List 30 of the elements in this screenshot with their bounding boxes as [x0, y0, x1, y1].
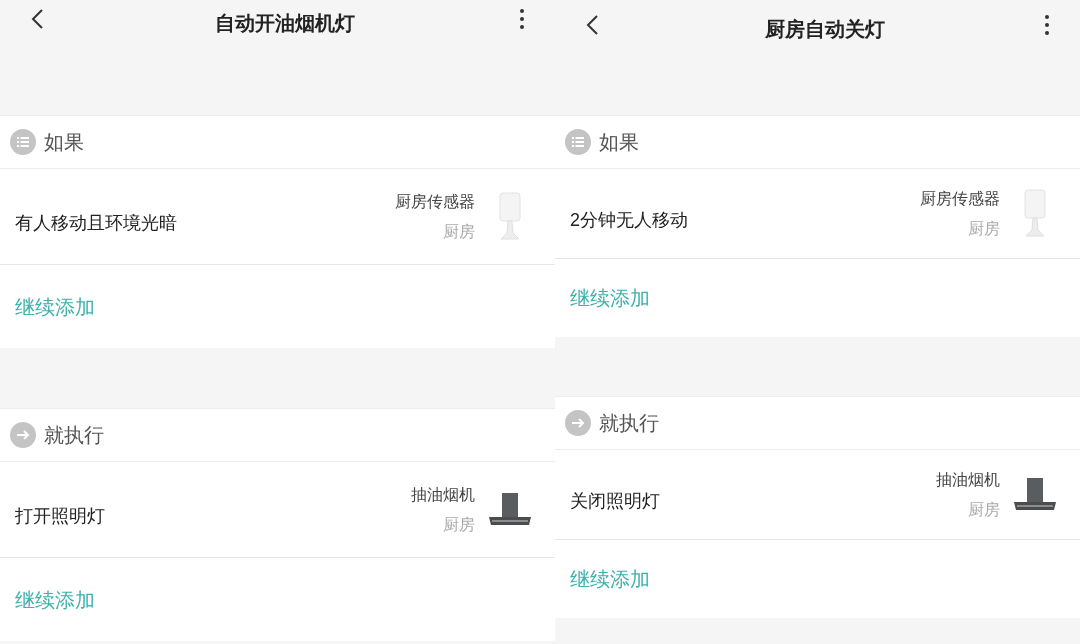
section-heading: 如果 — [599, 130, 639, 155]
rule-row[interactable]: 有人移动且环境光暗 厨房传感器 厨房 — [0, 169, 555, 265]
list-icon — [565, 129, 591, 155]
room-name: 厨房 — [443, 221, 475, 242]
rule-row[interactable]: 打开照明灯 抽油烟机 厨房 — [0, 462, 555, 558]
range-hood-icon — [1012, 476, 1058, 513]
rule-label: 2分钟无人移动 — [570, 209, 689, 232]
section-heading: 就执行 — [44, 423, 104, 448]
page-title: 自动开油烟机灯 — [213, 11, 356, 36]
section-heading: 就执行 — [599, 411, 659, 436]
device-name: 抽油烟机 — [411, 484, 475, 505]
rule-label: 有人移动且环境光暗 — [15, 212, 178, 235]
section-heading: 如果 — [44, 130, 84, 155]
range-hood-icon — [487, 491, 533, 528]
rule-row[interactable]: 2分钟无人移动 厨房传感器 厨房 — [555, 169, 1080, 259]
device-name: 厨房传感器 — [395, 191, 475, 212]
device-name: 抽油烟机 — [936, 469, 1000, 490]
sensor-icon — [1022, 187, 1048, 240]
rule-label: 关闭照明灯 — [570, 490, 661, 513]
more-icon[interactable] — [1044, 14, 1050, 36]
list-icon — [10, 129, 36, 155]
room-name: 厨房 — [968, 218, 1000, 239]
more-icon[interactable] — [519, 8, 525, 30]
room-name: 厨房 — [443, 514, 475, 535]
sensor-icon — [497, 190, 523, 243]
page-title: 厨房自动关灯 — [763, 17, 886, 42]
rule-label: 打开照明灯 — [15, 505, 106, 528]
rule-row[interactable]: 关闭照明灯 抽油烟机 厨房 — [555, 450, 1080, 540]
device-name: 厨房传感器 — [920, 188, 1000, 209]
room-name: 厨房 — [968, 499, 1000, 520]
